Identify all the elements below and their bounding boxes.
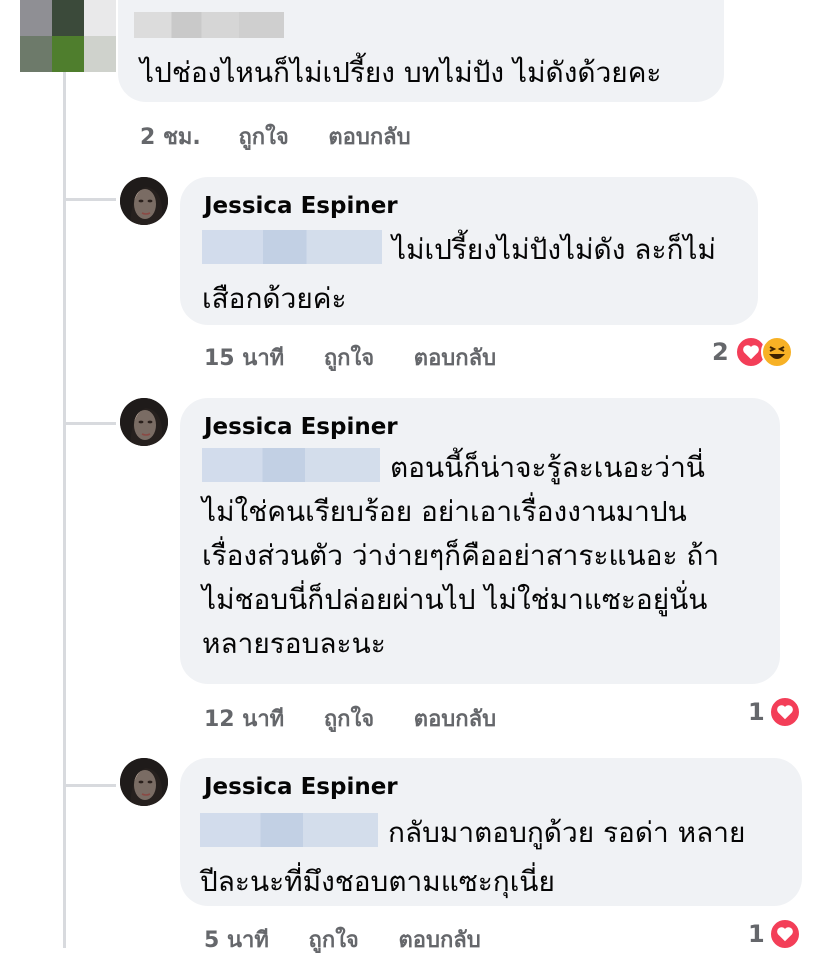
reaction-count: 1 [748,920,765,948]
avatar[interactable] [20,0,116,72]
reply-line: หลายรอบละนะ [202,627,386,660]
reply-meta: 15 นาที ถูกใจ ตอบกลับ [204,340,496,375]
reply-text: ไม่เปรี้ยงไม่ปังไม่ดัง ละก็ไม่ เสือกด้วย… [202,225,716,323]
reaction-summary[interactable]: 2 [712,336,793,368]
comment-meta: 2 ชม. ถูกใจ ตอบกลับ [140,119,411,154]
reaction-summary[interactable]: 1 [748,696,801,728]
heart-icon [768,918,801,950]
reply-line: ปีละนะที่มึงชอบตามแซะกุเนี่ย [200,865,555,898]
mention-redacted [202,230,382,264]
reply-bubble[interactable]: Jessica Espiner กลับมาตอบกูด้วย รอด่า หล… [180,758,802,906]
reply-line: ไม่ใช่คนเรียบร้อย อย่าเอาเรื่องงานมาปน [202,495,687,528]
reply-line: ไม่ชอบนี่ก็ปล่อยผ่านไป ไม่ใช่มาแซะอยู่นั… [202,583,708,616]
author-name-redacted [134,12,284,38]
reply-button[interactable]: ตอบกลับ [414,340,496,375]
avatar[interactable] [120,758,168,806]
reply-button[interactable]: ตอบกลับ [399,922,481,957]
author-name[interactable]: Jessica Espiner [204,774,398,800]
comment-bubble[interactable]: ไปช่องไหนก็ไม่เปรี้ยง บทไม่ปัง ไม่ดังด้ว… [118,0,724,102]
reply-button[interactable]: ตอบกลับ [414,701,496,736]
reaction-count: 1 [748,698,765,726]
like-button[interactable]: ถูกใจ [238,119,288,154]
reply-line: ไม่เปรี้ยงไม่ปังไม่ดัง ละก็ไม่ [392,233,716,266]
reply-meta: 12 นาที ถูกใจ ตอบกลับ [204,701,496,736]
reply-meta: 5 นาที ถูกใจ ตอบกลับ [204,922,481,957]
reply-line: เรื่องส่วนตัว ว่าง่ายๆก็คืออย่าสาระแนอะ … [202,539,720,572]
heart-icon [768,696,801,728]
like-button[interactable]: ถูกใจ [324,701,374,736]
thread-connector [66,198,116,201]
reply-time[interactable]: 5 นาที [204,922,269,957]
reply-text: กลับมาตอบกูด้วย รอด่า หลาย ปีละนะที่มึงช… [200,808,745,906]
reaction-summary[interactable]: 1 [748,918,801,950]
reply-bubble[interactable]: Jessica Espiner ไม่เปรี้ยงไม่ปังไม่ดัง ล… [180,177,758,325]
haha-icon [760,336,793,368]
avatar[interactable] [120,177,168,225]
reaction-count: 2 [712,338,729,366]
like-button[interactable]: ถูกใจ [324,340,374,375]
mention-redacted [200,813,378,847]
reply-line: กลับมาตอบกูด้วย รอด่า หลาย [388,816,746,849]
comment-text: ไปช่องไหนก็ไม่เปรี้ยง บทไม่ปัง ไม่ดังด้ว… [140,56,662,89]
thread-connector [66,784,116,787]
comment-time[interactable]: 2 ชม. [140,119,201,154]
reply-button[interactable]: ตอบกลับ [328,119,410,154]
like-button[interactable]: ถูกใจ [309,922,359,957]
author-name[interactable]: Jessica Espiner [204,414,398,440]
author-name[interactable]: Jessica Espiner [204,193,398,219]
reply-line: เสือกด้วยค่ะ [202,282,347,315]
reply-line: ตอนนี้ก็น่าจะรู้ละเนอะว่านี่ [390,451,705,484]
mention-redacted [202,448,380,482]
reply-time[interactable]: 15 นาที [204,340,284,375]
thread-line [63,72,66,948]
reply-time[interactable]: 12 นาที [204,701,284,736]
reply-bubble[interactable]: Jessica Espiner ตอนนี้ก็น่าจะรู้ละเนอะว่… [180,398,780,684]
avatar[interactable] [120,398,168,446]
thread-connector [66,422,116,425]
reply-text: ตอนนี้ก็น่าจะรู้ละเนอะว่านี่ ไม่ใช่คนเรี… [202,446,719,666]
